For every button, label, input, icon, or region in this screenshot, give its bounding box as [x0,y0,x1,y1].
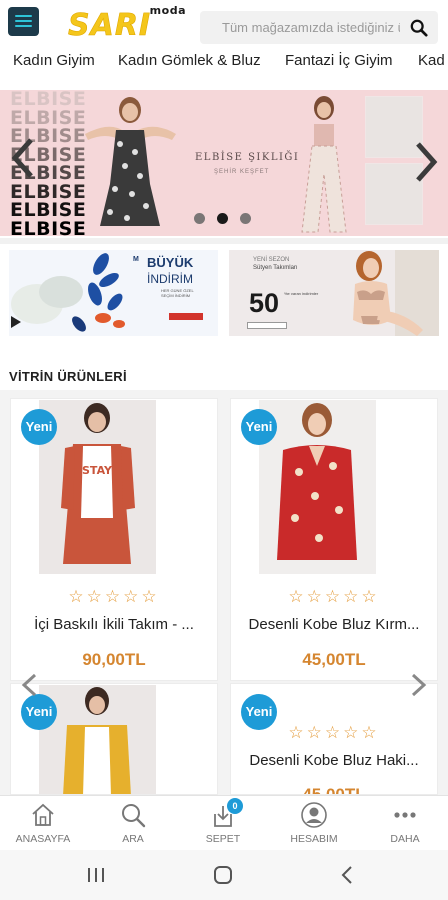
back-icon[interactable] [336,863,360,887]
promo-sale-title: BÜYÜK İNDİRİM [147,255,194,287]
promo-banner-sale[interactable]: M BÜYÜK İNDİRİM HER GÜNE ÖZEL SEÇİM İNDİ… [9,250,218,336]
menu-icon-bar [15,25,32,27]
product-price: 45,00TL [302,650,366,669]
product-card[interactable]: Yeni [10,683,218,795]
new-badge: Yeni [21,409,57,445]
menu-icon-bar [15,20,32,22]
hero-model-image [85,97,176,226]
nav-item-search[interactable]: ARA [93,796,173,851]
promo-lingerie-discount-text: %e varan indirimler [284,291,319,296]
rating-stars: ☆☆☆☆☆ [288,723,380,742]
app-screen: moda SARI Tüm mağazamızda istediğiniz ü … [0,0,448,900]
nav-item-cart[interactable]: 0 SEPET [183,796,263,851]
promo-sale-button[interactable] [169,313,203,320]
more-icon [394,812,416,818]
promo-sale-fine-print: HER GÜNE ÖZEL SEÇİM İNDİRİM [161,288,194,298]
product-card[interactable]: STAY Yeni ☆☆☆☆☆ İçi Baskılı İkili Takım … [10,398,218,681]
promo-banner-lingerie[interactable]: YENİ SEZON Sütyen Takımları 50 %e varan … [229,250,439,336]
new-badge: Yeni [21,694,57,730]
product-name[interactable]: İçi Baskılı İkili Takım - ... [11,616,217,633]
hero-title: ELBİSE ŞIKLIĞI [195,152,300,163]
product-name[interactable]: Desenli Kobe Bluz Haki... [231,752,437,769]
cart-count-badge: 0 [227,798,243,814]
product-card[interactable]: Yeni ☆☆☆☆☆ Desenli Kobe Bluz Haki... 45,… [230,683,438,795]
grid-prev-arrow-icon[interactable] [20,672,38,698]
home-button-icon[interactable] [211,863,235,887]
product-image[interactable] [39,685,156,794]
search-bar[interactable]: Tüm mağazamızda istediğiniz ü [200,11,438,44]
product-card[interactable]: Yeni ☆☆☆☆☆ Desenli Kobe Bluz Kırm... 45,… [230,398,438,681]
nav-label: DAHA [390,833,420,845]
promo-lingerie-discount: 50 [249,288,280,318]
search-icon[interactable] [410,19,428,37]
product-price: 90,00TL [82,650,146,669]
hero-model-image [301,96,347,233]
menu-button[interactable] [8,7,39,36]
promo-shoes-image [11,253,125,332]
hero-banner[interactable]: ELBISE ELBISE ELBISE ELBISE ELBISE ELBIS… [0,90,448,236]
hero-dot[interactable] [194,213,205,224]
nav-label: ARA [122,833,144,845]
recent-apps-icon[interactable] [84,863,108,887]
hero-word: ELBISE [10,217,87,236]
search-placeholder[interactable]: Tüm mağazamızda istediğiniz ü [222,20,400,35]
section-title: VİTRİN ÜRÜNLERİ [9,369,127,384]
category-tab-kadin-giyim[interactable]: Kadın Giyim [13,52,95,69]
promo-lingerie-button[interactable] [247,322,287,329]
nav-item-more[interactable]: DAHA [365,796,445,851]
nav-label: ANASAYFA [15,833,71,845]
promo-lingerie-tag-line: Sütyen Takımları [253,265,298,271]
product-shirt-print: STAY [82,464,113,477]
logo-moda-text: moda [149,4,186,17]
new-badge: Yeni [241,409,277,445]
category-tab-kadin-gomlek-bluz[interactable]: Kadın Gömlek & Bluz [118,52,261,69]
hero-word: ELBISE [10,90,87,110]
hero-word: ELBISE [10,199,87,221]
product-price: 45,00TL [302,785,366,795]
nav-label: HESABIM [290,833,338,845]
nav-item-account[interactable]: HESABIM [274,796,354,851]
category-tab-next[interactable]: Kad [418,52,445,69]
hero-prev-arrow-icon[interactable] [11,136,35,180]
header: moda SARI Tüm mağazamızda istediğiniz ü [0,0,448,46]
account-icon [301,802,327,828]
menu-icon-bar [15,15,32,17]
search-icon [122,804,146,828]
home-icon [32,803,54,826]
hero-dot[interactable] [240,213,251,224]
hero-subtitle: ŞEHİR KEŞFET [214,169,270,175]
product-name[interactable]: Desenli Kobe Bluz Kırm... [231,616,437,633]
category-tabs: Kadın Giyim Kadın Gömlek & Bluz Fantazi … [0,52,448,80]
promo-sale-title-line: İNDİRİM [147,272,193,286]
grid-next-arrow-icon[interactable] [410,672,428,698]
section-divider [0,238,448,244]
promo-lingerie-tag: YENİ SEZON Sütyen Takımları [253,256,298,272]
system-navigation-bar [0,850,448,900]
category-tab-fantazi-ic-giyim[interactable]: Fantazi İç Giyim [285,52,393,69]
rating-stars: ☆☆☆☆☆ [68,587,160,606]
promo-lingerie-model-image [353,250,439,336]
hero-next-arrow-icon[interactable] [414,140,438,184]
hero-dot-active[interactable] [217,213,228,224]
logo[interactable]: moda SARI [68,4,186,43]
logo-sari-text: SARI [68,8,152,43]
product-model-image [63,687,131,794]
bottom-navigation: ANASAYFA ARA 0 SEPET HESABIM DAHA [0,795,448,850]
nav-label: SEPET [205,833,241,845]
rating-stars: ☆☆☆☆☆ [288,587,380,606]
promo-sale-title-line: BÜYÜK [147,255,194,270]
nav-item-home[interactable]: ANASAYFA [3,796,83,851]
promo-lingerie-tag-line: YENİ SEZON [253,257,290,263]
promo-brand-mark: M [133,256,139,263]
